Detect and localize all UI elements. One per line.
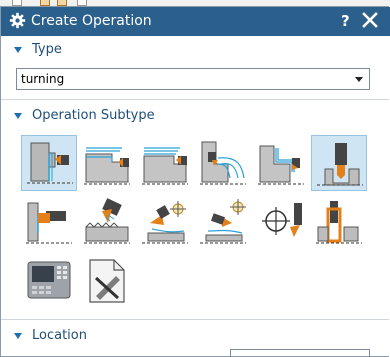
subtype-tile-user-defined[interactable] bbox=[79, 253, 135, 309]
subtype-section-header[interactable]: Operation Subtype bbox=[1, 103, 389, 129]
thread-od-icon bbox=[84, 198, 130, 244]
type-select[interactable]: turning bbox=[16, 68, 370, 90]
facing-icon bbox=[27, 142, 73, 184]
close-icon[interactable] bbox=[361, 11, 379, 29]
rough-back-turn-icon bbox=[142, 147, 188, 185]
title-bar[interactable]: Create Operation ? bbox=[1, 7, 390, 36]
location-section-label: Location bbox=[32, 328, 87, 343]
subtype-tile-thread[interactable] bbox=[79, 194, 135, 250]
subtype-tile-rough-back-turn[interactable] bbox=[137, 135, 193, 191]
teach-mode-alt-icon bbox=[200, 199, 246, 244]
create-operation-dialog: Create Operation ? Type turning Operatio… bbox=[0, 6, 390, 357]
section-divider bbox=[1, 319, 389, 320]
parting-icon bbox=[316, 201, 362, 244]
collapse-triangle-icon[interactable] bbox=[14, 333, 22, 339]
type-section-header[interactable]: Type bbox=[1, 37, 389, 63]
subtype-tile-centerline-drill[interactable] bbox=[311, 135, 367, 191]
subtype-tile-teach-mode[interactable] bbox=[137, 194, 193, 250]
subtype-tile-facing[interactable] bbox=[21, 135, 77, 191]
gear-icon[interactable] bbox=[9, 12, 26, 29]
groove-od-icon bbox=[26, 202, 72, 244]
location-field-partial[interactable] bbox=[230, 349, 370, 357]
collapse-triangle-icon[interactable] bbox=[14, 47, 22, 53]
dropdown-arrow-icon[interactable] bbox=[355, 77, 363, 82]
rough-bore-id-icon bbox=[200, 141, 246, 185]
teach-mode-icon bbox=[142, 201, 188, 244]
subtype-section-label: Operation Subtype bbox=[32, 108, 155, 123]
dialog-title: Create Operation bbox=[31, 13, 152, 29]
rough-turn-od-icon bbox=[84, 147, 130, 185]
location-section-header[interactable]: Location bbox=[1, 323, 389, 349]
subtype-tile-spot-drill[interactable] bbox=[253, 194, 309, 250]
subtype-tile-rough-bore[interactable] bbox=[195, 135, 251, 191]
collapse-triangle-icon[interactable] bbox=[14, 113, 22, 119]
finish-turn-od-icon bbox=[258, 145, 304, 185]
type-select-value: turning bbox=[21, 72, 65, 86]
subtype-tile-machine-control[interactable] bbox=[21, 253, 77, 309]
user-defined-icon bbox=[89, 259, 125, 303]
centerline-spot-drill-icon bbox=[262, 203, 302, 237]
centerline-drilling-icon bbox=[317, 143, 363, 186]
subtype-tile-groove[interactable] bbox=[21, 194, 77, 250]
subtype-tile-teach-mode-alt[interactable] bbox=[195, 194, 251, 250]
machine-control-icon bbox=[27, 261, 71, 299]
subtype-tile-rough-turn[interactable] bbox=[79, 135, 135, 191]
type-section-label: Type bbox=[32, 42, 62, 57]
section-divider bbox=[1, 99, 389, 100]
help-button[interactable]: ? bbox=[341, 12, 350, 30]
subtype-tile-finish-turn[interactable] bbox=[253, 135, 309, 191]
subtype-tile-parting[interactable] bbox=[311, 194, 367, 250]
